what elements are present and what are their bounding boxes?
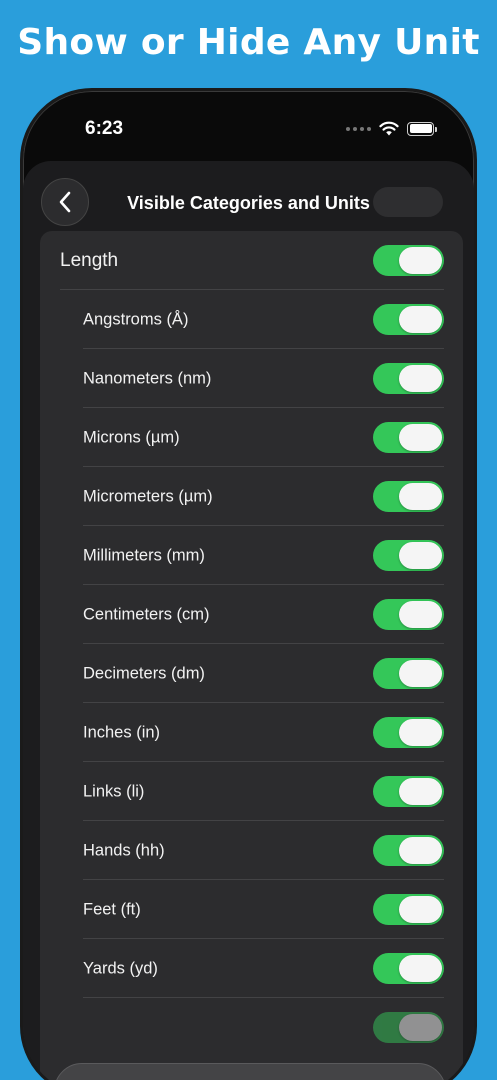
- unit-row: Centimeters (cm): [40, 585, 463, 644]
- unit-row: Microns (µm): [40, 408, 463, 467]
- units-list: Length Angstroms (Å) Nanometers (nm) Mic…: [40, 231, 463, 1080]
- unit-row: Yards (yd): [40, 939, 463, 998]
- unit-label: Hands (hh): [83, 841, 165, 859]
- wifi-icon: [379, 121, 399, 136]
- unit-toggle[interactable]: [373, 481, 444, 512]
- unit-row: Hands (hh): [40, 821, 463, 880]
- status-icons: [346, 121, 437, 136]
- status-time: 6:23: [85, 118, 124, 139]
- unit-label: Nanometers (nm): [83, 369, 212, 387]
- unit-row: Micrometers (µm): [40, 467, 463, 526]
- category-label: Length: [60, 249, 119, 271]
- promo-title: Show or Hide Any Unit: [17, 22, 480, 63]
- search-bar[interactable]: [54, 1063, 446, 1080]
- unit-row: Angstroms (Å): [40, 290, 463, 349]
- unit-row: Millimeters (mm): [40, 526, 463, 585]
- search-input[interactable]: [107, 1064, 427, 1080]
- battery-icon: [407, 121, 437, 136]
- unit-row: Nanometers (nm): [40, 349, 463, 408]
- unit-label: Angstroms (Å): [83, 310, 189, 328]
- unit-label: Decimeters (dm): [83, 664, 205, 682]
- unit-row: Inches (in): [40, 703, 463, 762]
- unit-toggle[interactable]: [373, 894, 444, 925]
- unit-label: Millimeters (mm): [83, 546, 205, 564]
- unit-label: Inches (in): [83, 723, 161, 741]
- unit-toggle[interactable]: [373, 1012, 444, 1043]
- status-bar: 6:23: [23, 91, 474, 161]
- unit-toggle[interactable]: [373, 599, 444, 630]
- unit-label: Links (li): [83, 782, 145, 800]
- unit-label: Feet (ft): [83, 900, 141, 918]
- unit-toggle[interactable]: [373, 658, 444, 689]
- cellular-icon: [346, 126, 371, 131]
- settings-sheet: Visible Categories and Units Length Angs…: [23, 161, 474, 1080]
- unit-label: Micrometers (µm): [83, 487, 213, 505]
- unit-toggle[interactable]: [373, 717, 444, 748]
- unit-row: [40, 998, 463, 1057]
- unit-toggle[interactable]: [373, 422, 444, 453]
- unit-label: Yards (yd): [83, 959, 158, 977]
- unit-label: Microns (µm): [83, 428, 180, 446]
- unit-toggle[interactable]: [373, 835, 444, 866]
- unit-toggle[interactable]: [373, 953, 444, 984]
- phone-frame: 6:23 Visible Categories and Units Length: [20, 88, 477, 1080]
- unit-label: Centimeters (cm): [83, 605, 210, 623]
- unit-row: Feet (ft): [40, 880, 463, 939]
- unit-toggle[interactable]: [373, 776, 444, 807]
- unit-row: Decimeters (dm): [40, 644, 463, 703]
- category-row-length: Length: [40, 231, 463, 290]
- category-toggle[interactable]: [373, 245, 444, 276]
- unit-toggle[interactable]: [373, 540, 444, 571]
- unit-toggle[interactable]: [373, 363, 444, 394]
- unit-toggle[interactable]: [373, 304, 444, 335]
- unit-row: Links (li): [40, 762, 463, 821]
- page-title: Visible Categories and Units: [127, 193, 370, 213]
